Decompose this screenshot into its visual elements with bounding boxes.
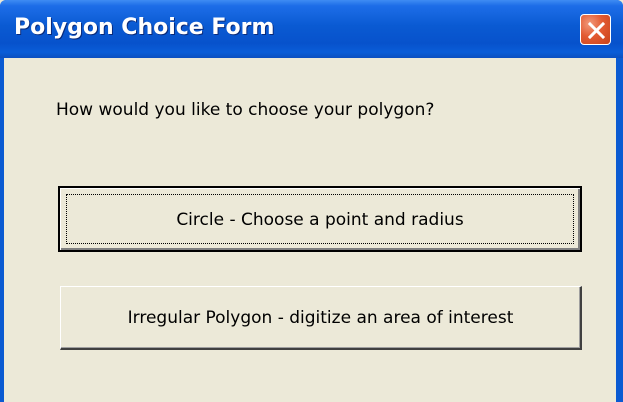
circle-option-button[interactable]: Circle - Choose a point and radius	[58, 186, 582, 252]
polygon-choice-window: Polygon Choice Form How would you like t…	[0, 0, 623, 402]
window-title: Polygon Choice Form	[14, 15, 275, 40]
close-button[interactable]	[580, 14, 611, 45]
dialog-body: How would you like to choose your polygo…	[4, 58, 616, 402]
circle-option-label: Circle - Choose a point and radius	[176, 210, 464, 230]
irregular-polygon-option-label: Irregular Polygon - digitize an area of …	[127, 308, 514, 328]
prompt-text: How would you like to choose your polygo…	[56, 100, 435, 120]
title-bar[interactable]: Polygon Choice Form	[0, 0, 623, 58]
irregular-polygon-option-button[interactable]: Irregular Polygon - digitize an area of …	[60, 286, 582, 350]
close-icon	[587, 21, 606, 40]
